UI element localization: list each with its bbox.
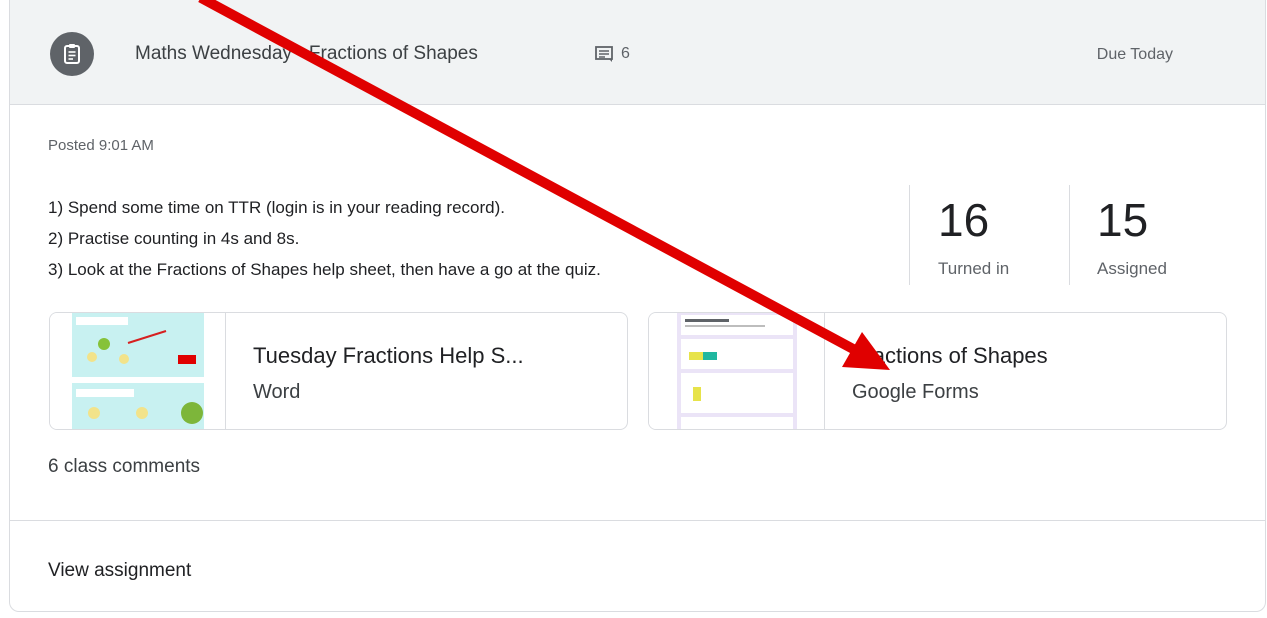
description-line: 1) Spend some time on TTR (login is in y… xyxy=(48,198,505,217)
assignment-title[interactable]: Maths Wednesday - Fractions of Shapes xyxy=(135,43,478,65)
class-comments-link[interactable]: 6 class comments xyxy=(48,456,200,478)
comment-count[interactable]: 6 xyxy=(595,45,630,63)
assignment-card: Maths Wednesday - Fractions of Shapes 6 … xyxy=(9,0,1266,612)
assigned-label: Assigned xyxy=(1097,259,1167,278)
attachment-type: Word xyxy=(253,381,301,403)
view-assignment-link[interactable]: View assignment xyxy=(48,560,191,582)
turned-in-label: Turned in xyxy=(938,259,1010,278)
assignment-icon xyxy=(50,32,94,76)
description-line: 2) Practise counting in 4s and 8s. xyxy=(48,229,300,248)
stats-divider xyxy=(909,185,910,285)
assigned-stat[interactable]: 15 Assigned xyxy=(1097,197,1167,279)
attachment-title: Tuesday Fractions Help S... xyxy=(253,343,524,368)
assigned-count: 15 xyxy=(1097,194,1149,246)
assignment-header[interactable]: Maths Wednesday - Fractions of Shapes 6 … xyxy=(10,0,1265,105)
turned-in-count: 16 xyxy=(938,194,990,246)
comment-count-value: 6 xyxy=(621,45,630,62)
word-thumbnail xyxy=(50,313,226,429)
assignment-description: 1) Spend some time on TTR (login is in y… xyxy=(48,192,601,285)
attachment-type: Google Forms xyxy=(852,381,979,403)
turned-in-stat[interactable]: 16 Turned in xyxy=(938,197,1009,279)
comment-icon xyxy=(595,46,613,62)
forms-thumbnail xyxy=(649,313,825,429)
footer-divider xyxy=(10,520,1265,521)
due-date: Due Today xyxy=(1096,46,1173,63)
posted-time: Posted 9:01 AM xyxy=(48,137,154,154)
stats-divider xyxy=(1069,185,1070,285)
attachment-word[interactable]: Tuesday Fractions Help S... Word xyxy=(49,312,628,430)
attachment-title: Fractions of Shapes xyxy=(852,343,1048,368)
attachment-google-forms[interactable]: Fractions of Shapes Google Forms xyxy=(648,312,1227,430)
description-line: 3) Look at the Fractions of Shapes help … xyxy=(48,260,601,279)
